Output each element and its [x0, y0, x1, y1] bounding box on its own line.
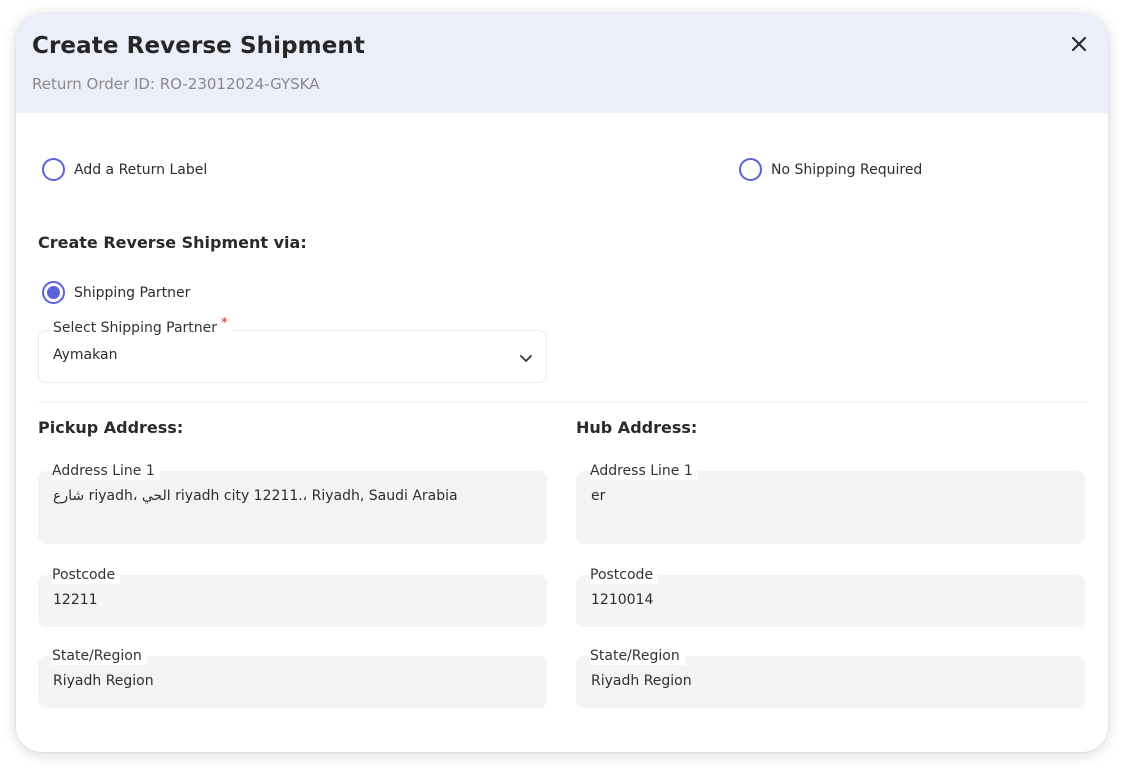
add-return-label-radio[interactable] [42, 158, 65, 181]
shipping-partner-radio[interactable] [42, 281, 65, 304]
return-order-id: Return Order ID: RO-23012024-GYSKA [32, 75, 320, 93]
add-return-label-option[interactable]: Add a Return Label [42, 158, 207, 181]
hub-address-line-1-label: Address Line 1 [590, 462, 698, 480]
pickup-state-value: Riyadh Region [53, 673, 154, 689]
pickup-postcode-field[interactable]: Postcode 12211 [38, 566, 547, 627]
section-divider [38, 402, 1088, 403]
create-reverse-shipment-modal: Create Reverse Shipment Return Order ID:… [16, 14, 1108, 752]
hub-state-value: Riyadh Region [591, 673, 692, 689]
no-shipping-required-radio[interactable] [739, 158, 762, 181]
selected-shipping-partner: Aymakan [53, 347, 118, 363]
hub-postcode-label: Postcode [590, 566, 659, 584]
hub-address-line-1-value: er [591, 488, 606, 504]
shipment-via-heading: Create Reverse Shipment via: [38, 233, 307, 252]
add-return-label-text: Add a Return Label [74, 161, 208, 178]
no-shipping-required-option[interactable]: No Shipping Required [739, 158, 922, 181]
hub-address-heading: Hub Address: [576, 418, 698, 437]
shipping-partner-select[interactable]: Select Shipping Partner * Aymakan [38, 316, 547, 383]
pickup-postcode-value: 12211 [53, 592, 98, 608]
shipping-partner-text: Shipping Partner [74, 284, 191, 301]
pickup-address-line-1-value: شارع riyadh، الحي riyadh city 12211.، Ri… [53, 488, 458, 504]
no-shipping-required-text: No Shipping Required [771, 161, 923, 178]
chevron-down-icon[interactable] [518, 350, 534, 366]
pickup-state-field[interactable]: State/Region Riyadh Region [38, 647, 547, 708]
required-marker: * [221, 316, 228, 331]
hub-postcode-value: 1210014 [591, 592, 654, 608]
pickup-address-line-1-field[interactable]: Address Line 1 شارع riyadh، الحي riyadh … [38, 462, 547, 544]
shipping-partner-option[interactable]: Shipping Partner [42, 281, 190, 304]
hub-postcode-field[interactable]: Postcode 1210014 [576, 566, 1085, 627]
modal-title: Create Reverse Shipment [32, 33, 366, 59]
pickup-address-heading: Pickup Address: [38, 418, 184, 437]
close-icon[interactable] [1068, 33, 1090, 55]
hub-state-field[interactable]: State/Region Riyadh Region [576, 647, 1085, 708]
hub-state-label: State/Region [590, 647, 685, 665]
select-shipping-partner-label: Select Shipping Partner * [53, 316, 232, 336]
select-label-text: Select Shipping Partner [53, 320, 218, 336]
hub-address-line-1-field[interactable]: Address Line 1 er [576, 462, 1085, 544]
pickup-state-label: State/Region [52, 647, 147, 665]
pickup-address-line-1-label: Address Line 1 [52, 462, 160, 480]
modal-header: Create Reverse Shipment Return Order ID:… [16, 14, 1108, 113]
pickup-postcode-label: Postcode [52, 566, 121, 584]
